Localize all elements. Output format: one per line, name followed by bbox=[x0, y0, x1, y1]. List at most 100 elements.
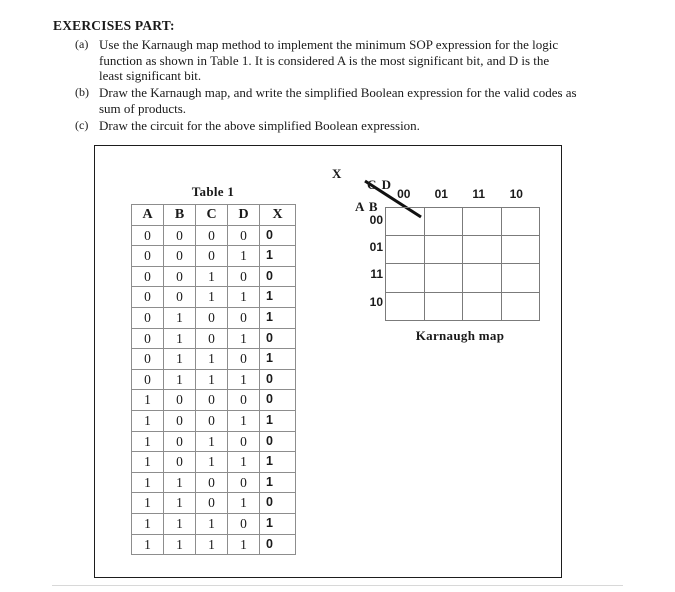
exercise-text-a: Use the Karnaugh map method to implement… bbox=[99, 37, 653, 84]
truth-cell-d: 0 bbox=[227, 389, 260, 411]
table-row: 01101 bbox=[131, 348, 296, 370]
exercise-item-a: (a) Use the Karnaugh map method to imple… bbox=[53, 37, 653, 84]
truth-cell-d: 0 bbox=[227, 471, 260, 494]
truth-cell-b: 0 bbox=[163, 245, 196, 267]
kmap-cell[interactable] bbox=[500, 206, 540, 237]
kmap-row bbox=[385, 206, 540, 237]
truth-cell-c: 0 bbox=[195, 492, 228, 514]
table-row: 00011 bbox=[131, 245, 296, 267]
truth-cell-d: 0 bbox=[227, 306, 260, 329]
exercise-c-line-1: Draw the circuit for the above simplifie… bbox=[99, 117, 420, 133]
kmap-cell[interactable] bbox=[385, 235, 425, 265]
kmap-cell[interactable] bbox=[385, 291, 425, 321]
kmap-cell[interactable] bbox=[462, 206, 502, 237]
column-header-b: B bbox=[163, 204, 196, 226]
truth-cell-a: 0 bbox=[131, 327, 164, 350]
truth-cell-d: 1 bbox=[227, 492, 260, 514]
kmap-cell[interactable] bbox=[500, 235, 540, 265]
truth-cell-b: 1 bbox=[163, 471, 196, 494]
kmap-row-header-00: 00 bbox=[369, 213, 383, 227]
truth-cell-c: 1 bbox=[195, 430, 228, 453]
truth-cell-c: 1 bbox=[195, 512, 228, 535]
kmap-col-header-11: 11 bbox=[472, 187, 486, 201]
kmap-cell[interactable] bbox=[462, 263, 502, 293]
truth-cell-a: 1 bbox=[131, 512, 164, 535]
truth-cell-a: 1 bbox=[131, 389, 164, 411]
truth-cell-d: 1 bbox=[227, 286, 260, 308]
exercise-marker-c: (c) bbox=[75, 117, 89, 132]
column-header-c: C bbox=[195, 204, 228, 226]
truth-cell-b: 1 bbox=[163, 368, 196, 391]
truth-cell-b: 1 bbox=[163, 492, 196, 514]
truth-cell-b: 1 bbox=[163, 533, 196, 556]
karnaugh-map-area: X C D A B 00 01 11 10 00 01 11 10 Karnau… bbox=[327, 160, 547, 370]
truth-cell-x: 1 bbox=[259, 451, 296, 473]
kmap-row-header-10: 10 bbox=[369, 294, 383, 309]
truth-table-area: Table 1 A B C D X 0000000011001000011101… bbox=[131, 184, 296, 556]
truth-cell-x: 1 bbox=[259, 471, 296, 494]
truth-cell-x: 1 bbox=[259, 245, 296, 267]
truth-cell-b: 0 bbox=[163, 409, 196, 432]
truth-cell-c: 1 bbox=[195, 368, 228, 391]
column-header-x: X bbox=[259, 204, 296, 226]
kmap-cell[interactable] bbox=[423, 235, 463, 265]
truth-cell-x: 0 bbox=[259, 492, 296, 514]
table-row: 11010 bbox=[131, 492, 296, 514]
table-row: 00100 bbox=[131, 265, 296, 288]
kmap-row bbox=[385, 263, 540, 293]
truth-cell-c: 0 bbox=[195, 471, 228, 494]
kmap-cell[interactable] bbox=[385, 263, 425, 293]
kmap-cell[interactable] bbox=[385, 206, 425, 237]
table-row: 10111 bbox=[131, 451, 296, 473]
kmap-cell[interactable] bbox=[423, 291, 463, 321]
truth-cell-d: 1 bbox=[227, 245, 260, 267]
table-row: 11101 bbox=[131, 512, 296, 535]
exercise-b-line-1: Draw the Karnaugh map, and write the sim… bbox=[99, 85, 577, 101]
table-row: 10100 bbox=[131, 430, 296, 453]
truth-cell-d: 0 bbox=[227, 512, 260, 535]
truth-cell-a: 0 bbox=[131, 286, 164, 308]
truth-cell-x: 0 bbox=[259, 265, 296, 288]
truth-cell-d: 1 bbox=[227, 368, 260, 391]
column-header-d: D bbox=[227, 204, 260, 226]
table-row: 00000 bbox=[131, 224, 296, 247]
exercise-text-b: Draw the Karnaugh map, and write the sim… bbox=[99, 85, 653, 116]
truth-cell-a: 0 bbox=[131, 368, 164, 391]
table-row: 11001 bbox=[131, 471, 296, 494]
truth-cell-b: 1 bbox=[163, 348, 196, 370]
truth-cell-x: 0 bbox=[259, 327, 296, 350]
exercise-a-line-2: function as shown in Table 1. It is cons… bbox=[99, 52, 550, 68]
page-title: EXERCISES PART: bbox=[53, 18, 175, 33]
kmap-row bbox=[385, 235, 540, 265]
kmap-cell[interactable] bbox=[500, 263, 540, 293]
truth-cell-x: 1 bbox=[259, 409, 296, 432]
truth-cell-b: 1 bbox=[163, 512, 196, 535]
page-divider bbox=[52, 585, 623, 586]
truth-cell-a: 1 bbox=[131, 533, 164, 556]
truth-cell-c: 0 bbox=[195, 389, 228, 411]
exercise-item-b: (b) Draw the Karnaugh map, and write the… bbox=[53, 85, 653, 116]
truth-cell-c: 0 bbox=[195, 327, 228, 350]
kmap-row-headers: 00 01 11 10 bbox=[349, 207, 383, 316]
truth-cell-c: 1 bbox=[195, 451, 228, 473]
kmap-cell[interactable] bbox=[462, 291, 502, 321]
kmap-cell[interactable] bbox=[423, 206, 463, 237]
kmap-cell[interactable] bbox=[462, 235, 502, 265]
truth-cell-b: 0 bbox=[163, 430, 196, 453]
truth-cell-c: 1 bbox=[195, 265, 228, 288]
kmap-column-headers: 00 01 11 10 bbox=[385, 187, 541, 201]
answer-box: Table 1 A B C D X 0000000011001000011101… bbox=[94, 145, 562, 578]
truth-cell-a: 1 bbox=[131, 492, 164, 514]
kmap-cell[interactable] bbox=[500, 291, 540, 321]
truth-cell-x: 0 bbox=[259, 368, 296, 391]
karnaugh-map-caption: Karnaugh map bbox=[415, 328, 505, 343]
truth-cell-c: 0 bbox=[195, 409, 228, 432]
exercise-text-c: Draw the circuit for the above simplifie… bbox=[99, 118, 653, 134]
karnaugh-map-grid bbox=[385, 206, 540, 321]
truth-cell-x: 1 bbox=[259, 348, 296, 370]
truth-cell-d: 0 bbox=[227, 430, 260, 453]
truth-table: A B C D X 000000001100100001110100101010… bbox=[131, 204, 296, 556]
kmap-cell[interactable] bbox=[423, 263, 463, 293]
truth-cell-b: 0 bbox=[163, 286, 196, 308]
kmap-output-label: X bbox=[332, 166, 342, 181]
